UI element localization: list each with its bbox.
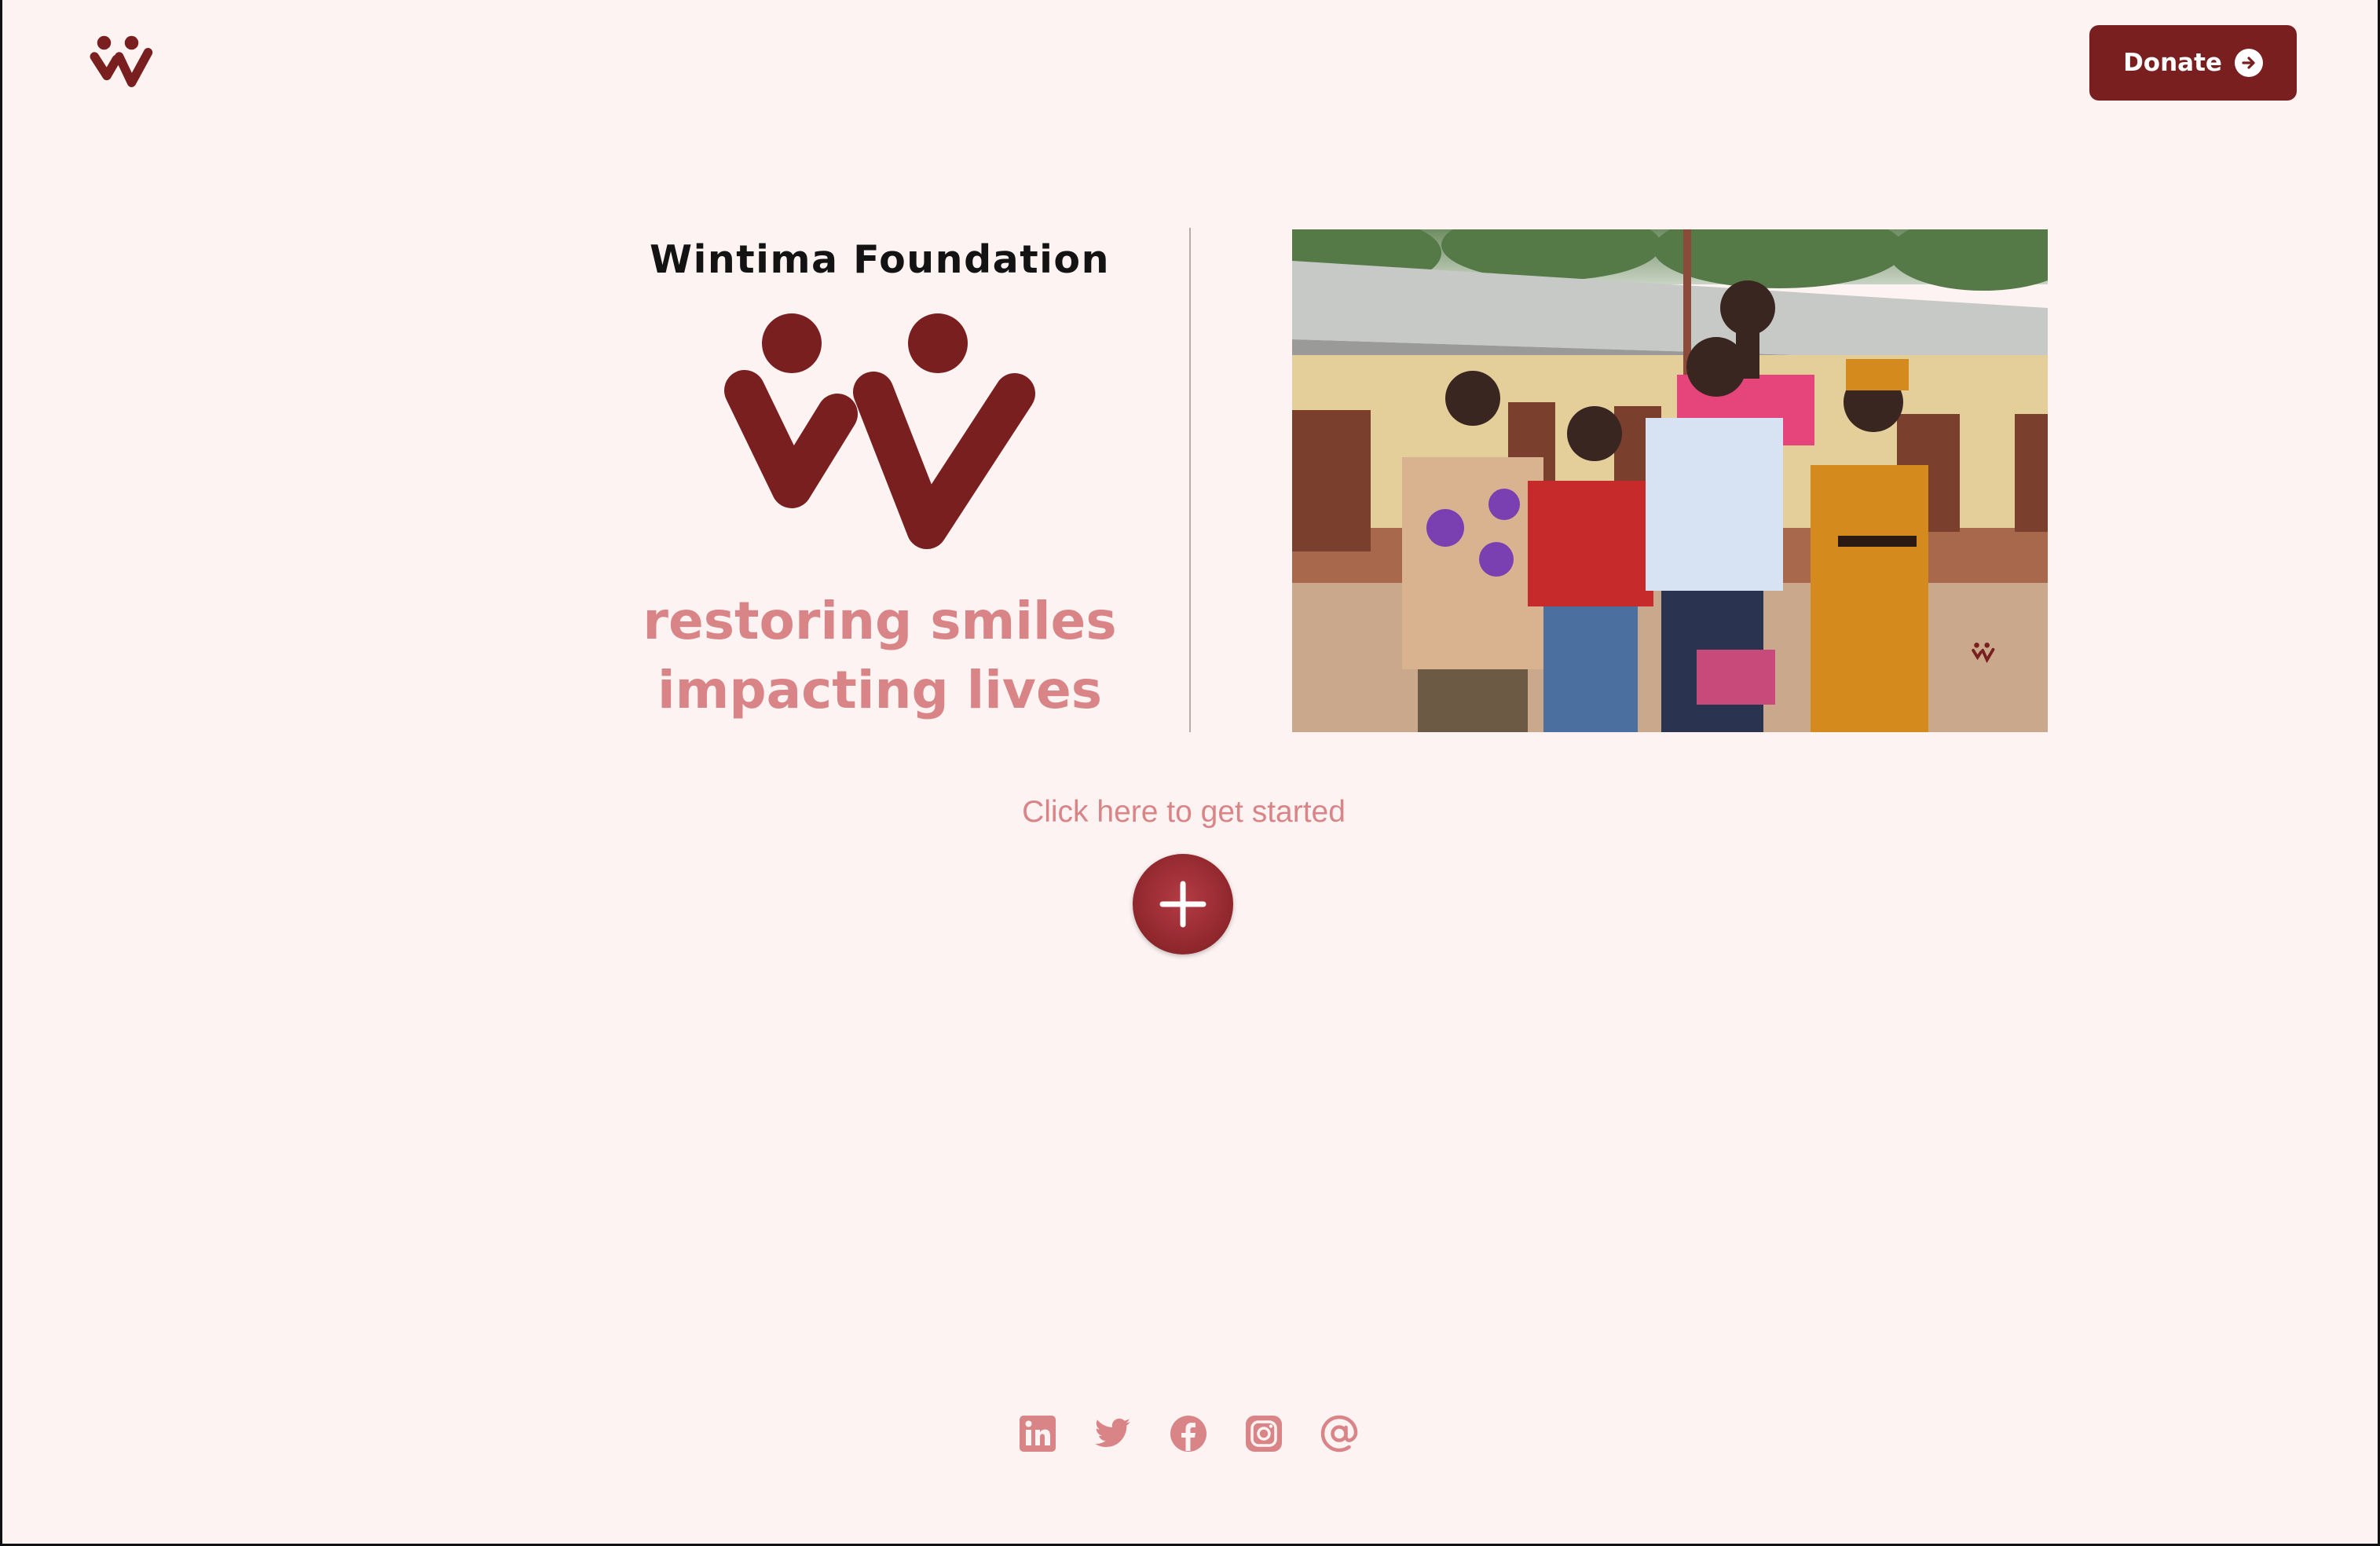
tagline-line-2: impacting lives [657,660,1102,720]
vertical-divider [1189,228,1191,732]
wintima-logo-icon [724,313,1035,549]
twitter-icon[interactable] [1093,1414,1133,1453]
email-at-icon[interactable] [1320,1414,1359,1453]
instagram-icon[interactable] [1244,1414,1283,1453]
page-title: Wintima Foundation [650,237,1110,282]
group-photo [1292,229,2048,732]
tagline: restoring smiles impacting lives [636,587,1123,725]
brand-column: Wintima Foundation restoring smiles impa… [636,228,1123,725]
plus-icon [1159,881,1206,928]
tagline-line-1: restoring smiles [643,591,1117,651]
wintima-logo-icon[interactable] [88,35,159,90]
get-started-label: Click here to get started [1022,795,1346,829]
social-links [1018,1414,1359,1453]
donate-label: Donate [2123,49,2222,77]
linkedin-icon[interactable] [1018,1414,1057,1453]
donate-button[interactable]: Donate [2089,25,2297,101]
facebook-icon[interactable] [1169,1414,1208,1453]
arrow-circle-right-icon [2234,49,2263,77]
get-started-button[interactable] [1133,854,1233,954]
